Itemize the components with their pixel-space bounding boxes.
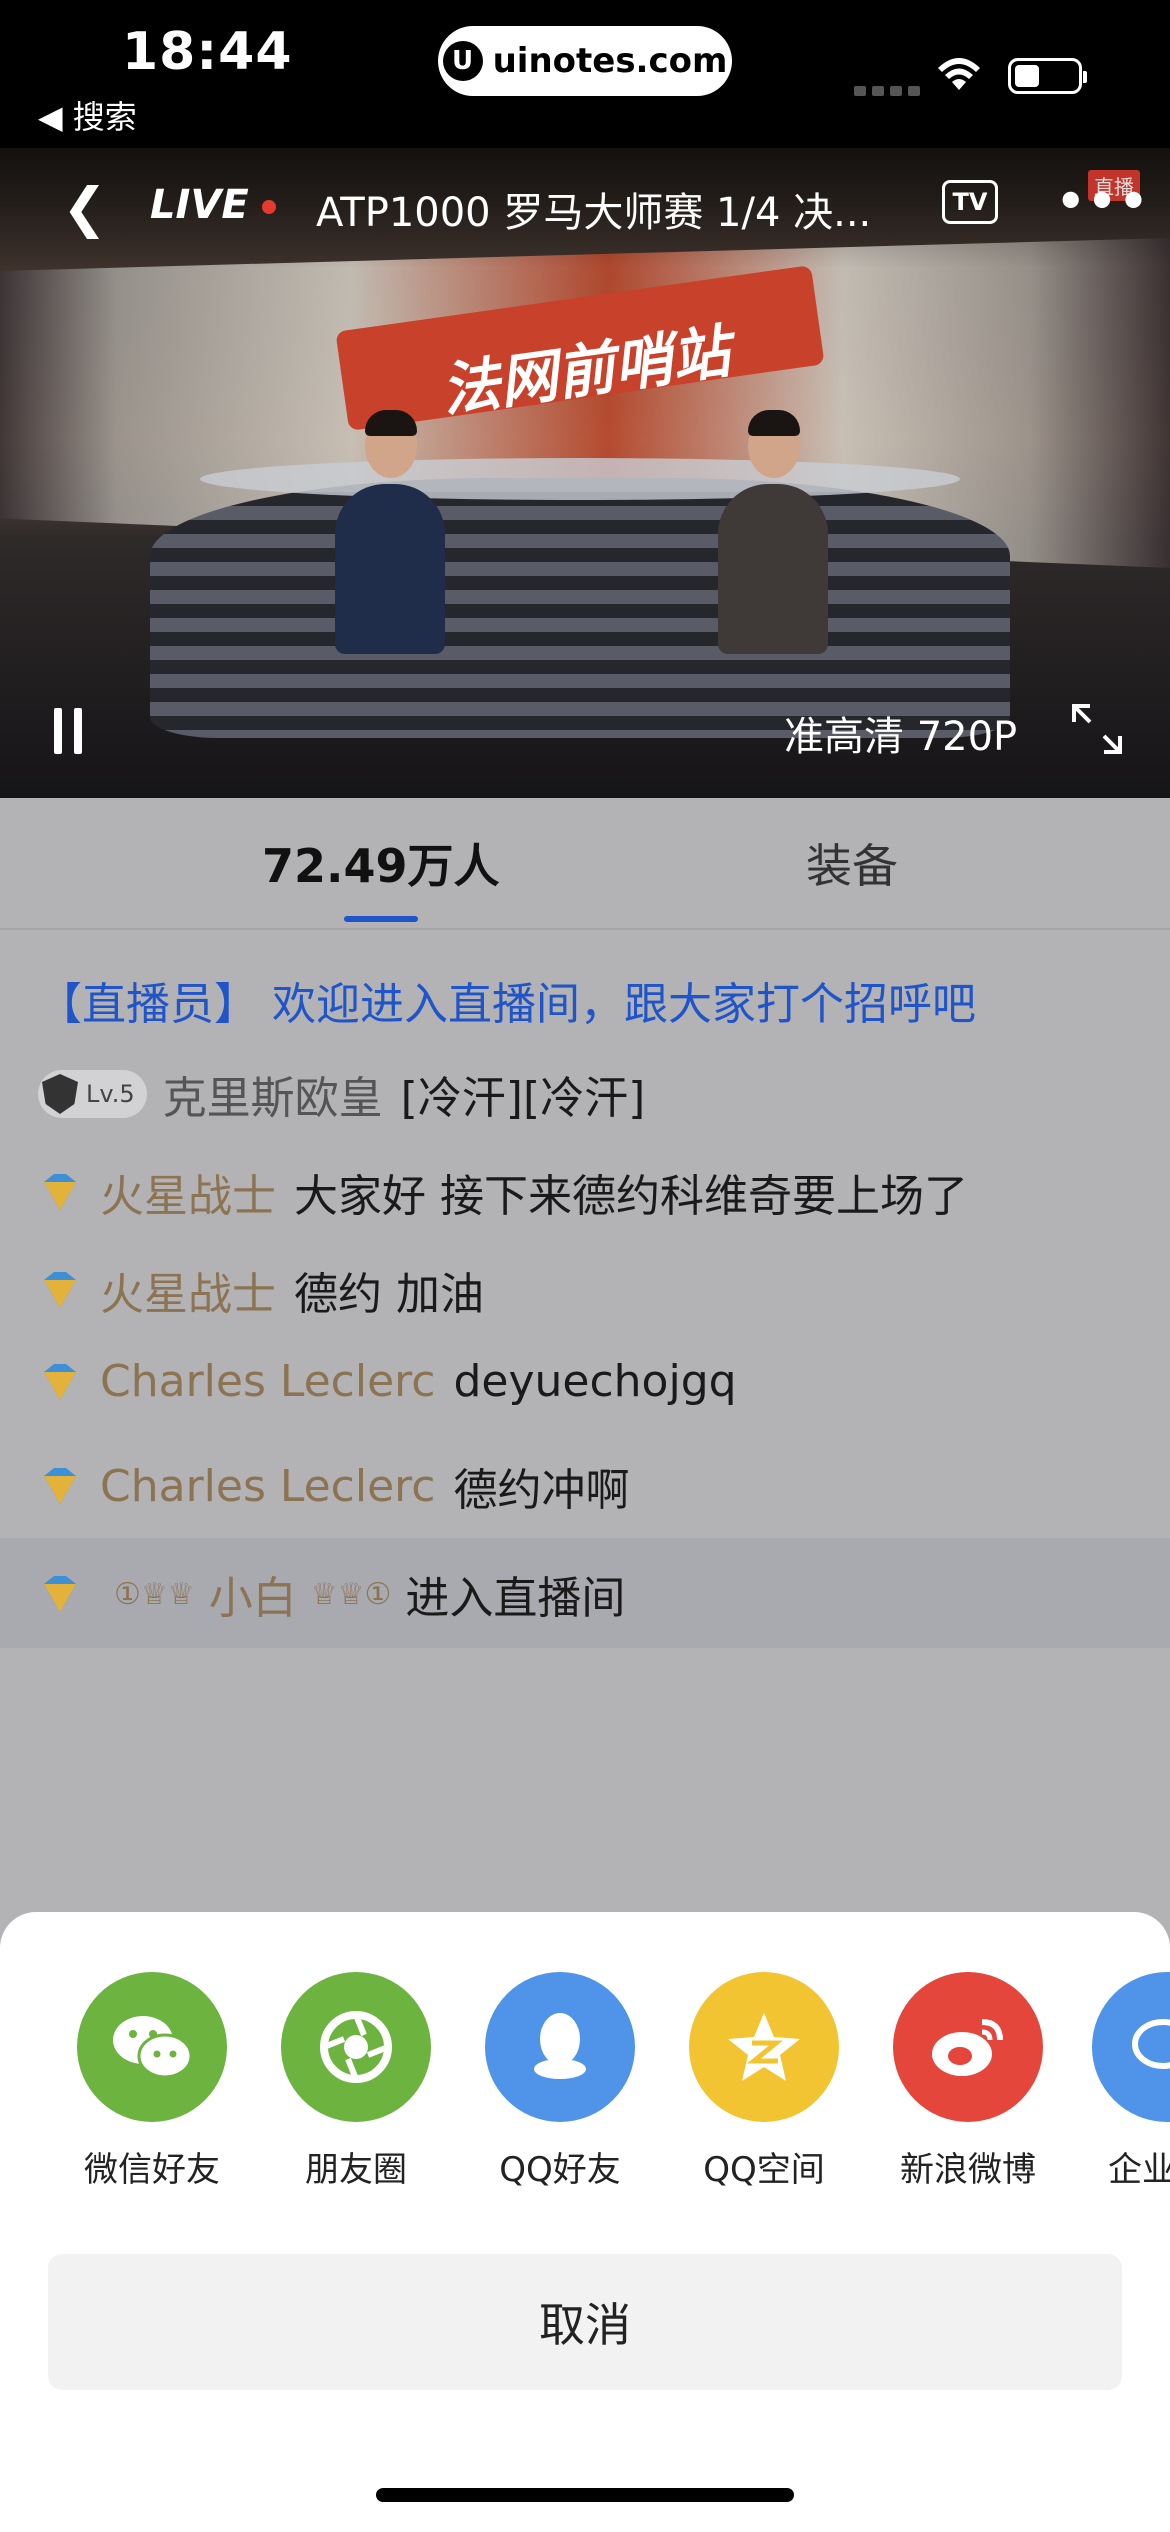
system-message: 【直播员】 欢迎进入直播间，跟大家打个招呼吧 xyxy=(38,979,976,1030)
diamond-badge-icon xyxy=(44,1468,76,1504)
moments-icon xyxy=(281,1972,431,2122)
live-dot xyxy=(262,200,276,214)
more-icon[interactable]: ••• xyxy=(1056,174,1150,228)
live-label: LIVE xyxy=(150,182,249,228)
tab-bar: 72.49万人 装备 xyxy=(0,798,1170,930)
home-indicator[interactable] xyxy=(376,2488,794,2502)
chat-username[interactable]: 火星战士 xyxy=(100,1160,276,1224)
host-right xyxy=(718,410,828,654)
host-left xyxy=(335,410,445,654)
share-qq-friend[interactable]: QQ好友 xyxy=(480,1972,640,2191)
chat-message: 火星战士 大家好 接下来德约科维奇要上场了 xyxy=(38,1160,968,1224)
diamond-badge-icon xyxy=(44,1576,76,1612)
share-label: 朋友圈 xyxy=(305,2150,407,2190)
enterprise-wechat-icon xyxy=(1092,1972,1170,2122)
share-label: 微信好友 xyxy=(84,2150,220,2190)
tab-viewers[interactable]: 72.49万人 xyxy=(262,830,500,896)
chat-message: Charles Leclerc 德约冲啊 xyxy=(38,1454,629,1518)
qzone-icon xyxy=(689,1972,839,2122)
share-enterprise[interactable]: 企业 xyxy=(1092,1972,1170,2191)
share-weibo[interactable]: 新浪微博 xyxy=(888,1972,1048,2191)
video-title: ATP1000 罗马大师赛 1/4 决... xyxy=(316,190,872,236)
share-label: 新浪微博 xyxy=(900,2150,1036,2190)
back-arrow-icon[interactable]: ❮ xyxy=(62,176,107,239)
chat-text: 大家好 接下来德约科维奇要上场了 xyxy=(294,1171,968,1222)
chat-message: 火星战士 德约 加油 xyxy=(38,1258,484,1322)
active-tab-indicator xyxy=(344,916,418,922)
wifi-icon xyxy=(938,58,980,90)
chat-username[interactable]: Charles Leclerc xyxy=(100,1461,435,1512)
url-pill[interactable]: U uinotes.com xyxy=(438,26,732,96)
chat-username[interactable]: 克里斯欧皇 xyxy=(163,1062,383,1126)
qq-icon xyxy=(485,1972,635,2122)
diamond-badge-icon xyxy=(44,1363,76,1400)
chat-text: 进入直播间 xyxy=(405,1573,626,1624)
chat-message: Lv.5 克里斯欧皇 [冷汗][冷汗] xyxy=(38,1062,645,1126)
battery-icon xyxy=(1008,58,1087,94)
share-label: QQ好友 xyxy=(499,2150,621,2190)
weibo-icon xyxy=(893,1972,1043,2122)
uinotes-logo-icon: U xyxy=(442,41,483,81)
entry-message: ①♕♕ 小白 ♕♕① 进入直播间 xyxy=(38,1562,625,1626)
share-sheet: 微信好友 朋友圈 QQ好友 QQ空间 新浪微博 企业 取消 xyxy=(0,1912,1170,2532)
share-wechat-friend[interactable]: 微信好友 xyxy=(72,1972,232,2191)
diamond-badge-icon xyxy=(44,1174,76,1210)
share-moments[interactable]: 朋友圈 xyxy=(276,1972,436,2191)
quality-selector[interactable]: 准高清 720P xyxy=(784,704,1017,762)
shield-icon xyxy=(42,1074,78,1114)
chat-username[interactable]: 火星战士 xyxy=(100,1258,276,1322)
tv-cast-icon[interactable]: TV xyxy=(942,180,998,224)
url-text: uinotes.com xyxy=(492,41,728,81)
diamond-badge-icon xyxy=(44,1272,76,1308)
wechat-icon xyxy=(77,1972,227,2122)
chat-username[interactable]: 小白 xyxy=(209,1562,297,1626)
decoration-left: ①♕♕ xyxy=(114,1576,195,1612)
chat-text: [冷汗][冷汗] xyxy=(400,1073,646,1124)
chat-text: 德约 加油 xyxy=(294,1269,484,1320)
status-time: 18:44 xyxy=(122,22,293,82)
studio-desk xyxy=(150,478,1010,738)
decoration-right: ♕♕① xyxy=(310,1576,392,1612)
status-bar: 18:44 ◀ 搜索 U uinotes.com xyxy=(0,0,1170,148)
video-player[interactable]: 法网前哨站 ❮ LIVE ATP1000 罗马大师赛 1/4 决... TV 直… xyxy=(0,148,1170,798)
pause-icon[interactable] xyxy=(54,708,82,754)
back-to-search-link[interactable]: ◀ 搜索 xyxy=(38,92,137,138)
chat-text: 德约冲啊 xyxy=(453,1465,630,1516)
fullscreen-icon[interactable] xyxy=(1070,702,1124,756)
studio-desk-top xyxy=(200,458,960,500)
level-text: Lv.5 xyxy=(86,1080,135,1108)
share-label: 企业 xyxy=(1108,2150,1170,2190)
chat-username[interactable]: Charles Leclerc xyxy=(100,1356,435,1407)
chat-message: Charles Leclerc deyuechojgq xyxy=(38,1356,737,1407)
share-qzone[interactable]: QQ空间 xyxy=(684,1972,844,2191)
share-label: QQ空间 xyxy=(703,2150,825,2190)
cancel-button[interactable]: 取消 xyxy=(48,2254,1122,2390)
level-badge: Lv.5 xyxy=(38,1070,147,1118)
cellular-signal-icon xyxy=(854,86,920,96)
tab-equipment[interactable]: 装备 xyxy=(806,830,898,896)
chat-text: deyuechojgq xyxy=(453,1356,737,1407)
